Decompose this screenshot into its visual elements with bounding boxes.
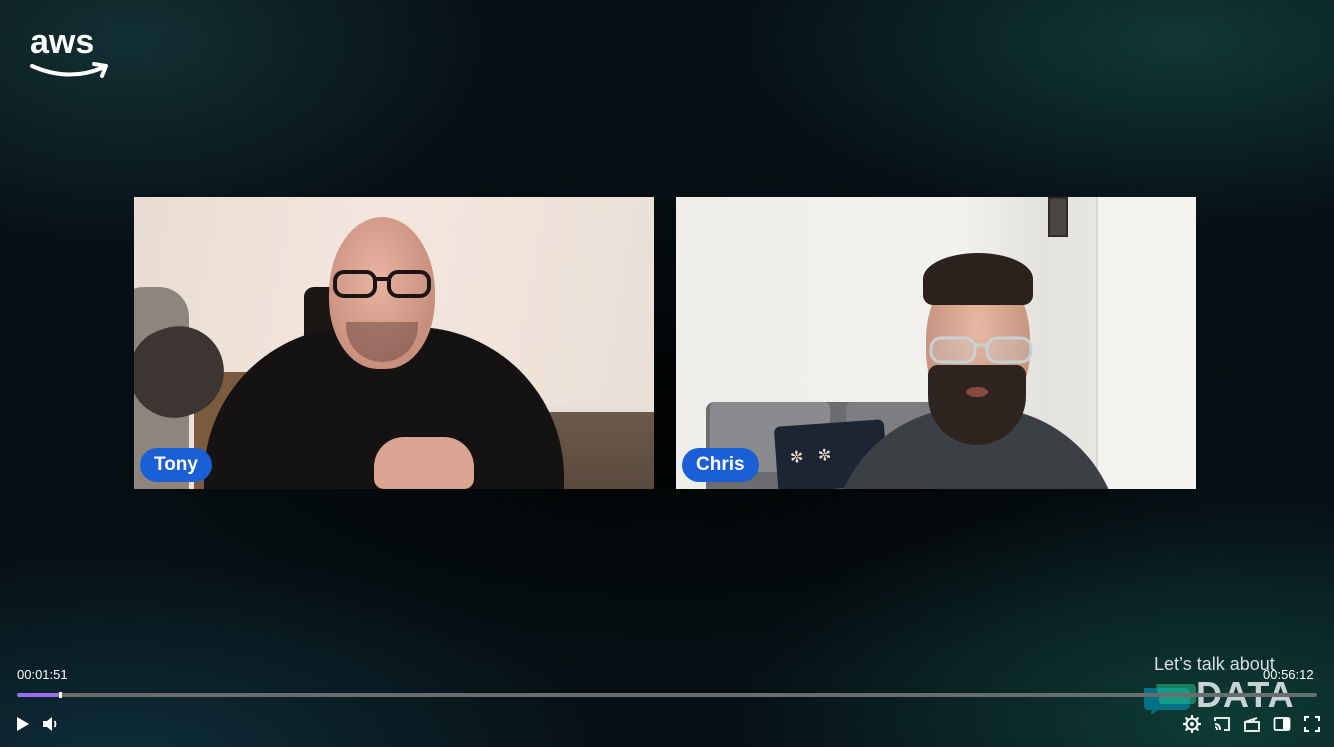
fullscreen-icon [1304, 716, 1320, 732]
sidebar-icon [1273, 717, 1291, 731]
glasses-shape [333, 270, 431, 298]
settings-icon [1183, 715, 1201, 733]
play-icon [17, 717, 29, 731]
video-tile-tony: Tony [134, 197, 654, 489]
chapters-button[interactable] [1240, 712, 1264, 736]
volume-button[interactable] [38, 712, 62, 736]
lets-talk-about-data-watermark: Let’s talk about DATA [1140, 654, 1320, 720]
video-tile-chris: ✼ ✼ Chris [676, 197, 1196, 489]
speech-bubble-icon [1144, 684, 1196, 714]
settings-button[interactable] [1180, 712, 1204, 736]
glasses-shape [929, 336, 1033, 364]
current-time: 00:01:51 [17, 667, 68, 682]
play-button[interactable] [10, 712, 34, 736]
fullscreen-button[interactable] [1300, 712, 1324, 736]
video-stage[interactable]: aws Tony ✼ ✼ Chris Let’s talk about DATA… [0, 0, 1334, 747]
watermark-tagline: Let’s talk about [1154, 654, 1275, 674]
aws-smile-icon [30, 62, 108, 78]
aws-logo: aws [28, 23, 112, 80]
sidebar-button[interactable] [1270, 712, 1294, 736]
volume-icon [43, 717, 57, 731]
seek-bar-played [17, 693, 60, 697]
total-duration: 00:56:12 [1263, 667, 1314, 682]
chapters-icon [1244, 717, 1260, 732]
cast-icon [1214, 717, 1230, 731]
participant-name-tag: Chris [682, 448, 759, 482]
seek-bar[interactable] [17, 692, 1317, 698]
seek-bar-handle[interactable] [58, 692, 62, 698]
cast-button[interactable] [1210, 712, 1234, 736]
participant-name-tag: Tony [140, 448, 212, 482]
aws-logo-text: aws [30, 23, 95, 61]
